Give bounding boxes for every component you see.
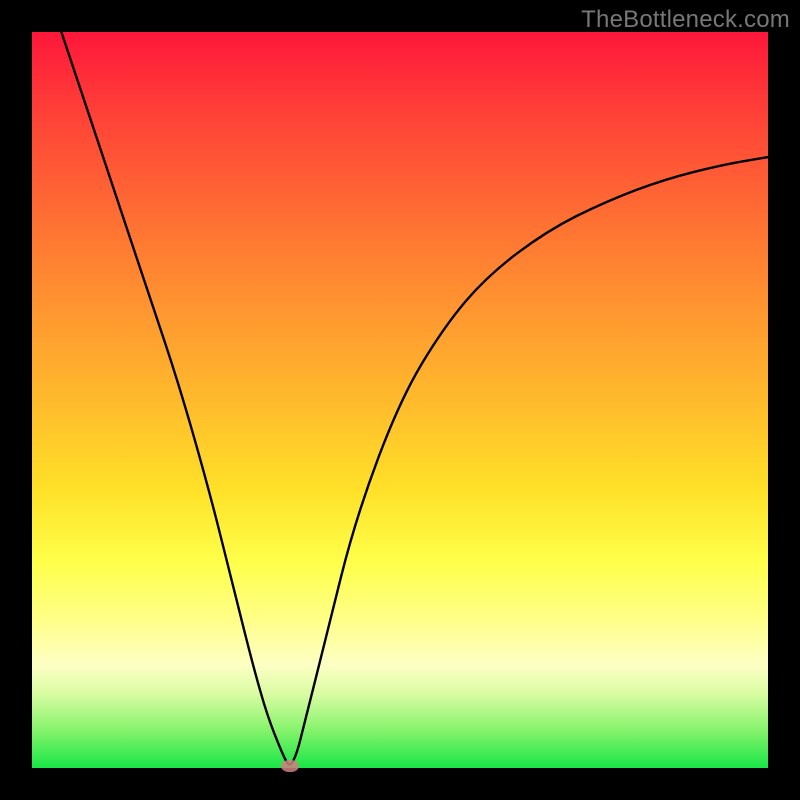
plot-area <box>32 32 768 768</box>
chart-frame: TheBottleneck.com <box>0 0 800 800</box>
bottleneck-curve <box>32 32 768 768</box>
sweet-spot-dot <box>281 760 299 772</box>
watermark-text: TheBottleneck.com <box>581 6 790 34</box>
